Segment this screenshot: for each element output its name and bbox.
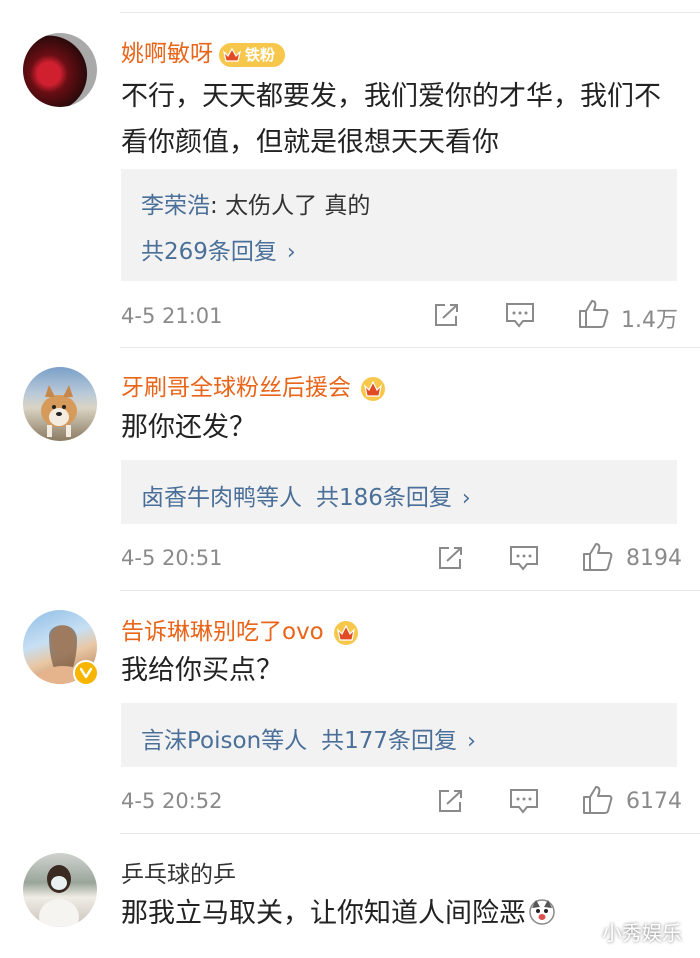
comment-text: 不行，天天都要发，我们爱你的才华，我们不看你颜值，但就是很想天天看你 xyxy=(121,81,661,158)
avatar[interactable] xyxy=(23,367,97,441)
comment-icon[interactable] xyxy=(505,302,535,328)
reply-count[interactable]: 共186条回复 xyxy=(316,485,452,511)
reply-preview-box[interactable]: 李荣浩: 太伤人了 真的 共269条回复 › xyxy=(121,169,677,281)
like-icon[interactable] xyxy=(582,784,614,816)
like-count: 6174 xyxy=(626,789,682,814)
reply-count[interactable]: 共177条回复 xyxy=(321,728,457,754)
share-icon[interactable] xyxy=(437,788,465,814)
reply-preview-box[interactable]: 言沫Poison等人 共177条回复 › xyxy=(121,703,677,767)
top-divider xyxy=(120,12,700,13)
share-icon[interactable] xyxy=(433,302,461,328)
comment-icon[interactable] xyxy=(509,545,539,571)
reply-count[interactable]: 共269条回复 xyxy=(141,239,277,265)
timestamp: 4-5 21:01 xyxy=(121,304,223,328)
comment-username[interactable]: 告诉琳琳别吃了ovo xyxy=(121,612,360,646)
comment-username[interactable]: 姚啊敏呀 铁粉 xyxy=(121,34,286,68)
comment-text: 那你还发？ xyxy=(121,412,256,443)
reply-count-link[interactable]: 卤香牛肉鸭等人 共186条回复 › xyxy=(141,478,471,512)
reply-users[interactable]: 卤香牛肉鸭等人 xyxy=(141,485,302,511)
crown-badge-icon xyxy=(361,376,385,401)
chevron-right-icon: › xyxy=(286,240,296,265)
like-icon[interactable] xyxy=(582,541,614,573)
share-icon[interactable] xyxy=(437,545,465,571)
verified-icon xyxy=(73,660,99,686)
avatar[interactable] xyxy=(23,33,97,107)
watermark-text: 小秀娱乐 xyxy=(602,921,682,945)
fan-badge: 铁粉 xyxy=(219,42,286,67)
reply-users[interactable]: 言沫Poison等人 xyxy=(141,728,307,754)
reply-preview-text: 太伤人了 真的 xyxy=(225,193,371,219)
timestamp: 4-5 20:52 xyxy=(121,789,223,813)
person-photo xyxy=(39,865,79,927)
comment-icon[interactable] xyxy=(509,788,539,814)
crown-badge-icon xyxy=(223,47,241,62)
divider xyxy=(120,833,700,834)
timestamp: 4-5 20:51 xyxy=(121,546,223,570)
reply-preview-box[interactable]: 卤香牛肉鸭等人 共186条回复 › xyxy=(121,460,677,524)
crown-badge-icon xyxy=(333,620,358,645)
reply-count-link[interactable]: 言沫Poison等人 共177条回复 › xyxy=(141,721,476,755)
divider xyxy=(120,590,700,591)
avatar[interactable] xyxy=(23,853,97,927)
dog-emoji-icon xyxy=(529,899,555,925)
reply-preview-line: 李荣浩: 太伤人了 真的 xyxy=(141,193,371,219)
divider xyxy=(120,347,700,348)
comment-text: 我给你买点？ xyxy=(121,655,283,686)
like-count: 1.4万 xyxy=(621,308,678,333)
reply-count-link[interactable]: 共269条回复 › xyxy=(141,232,296,266)
dog-photo xyxy=(41,385,77,437)
like-count: 8194 xyxy=(626,546,682,571)
weibo-logo-icon xyxy=(576,926,598,943)
chevron-right-icon: › xyxy=(467,729,476,754)
comment-text-content: 那我立马取关，让你知道人间险恶 xyxy=(121,898,526,929)
fan-badge-label: 铁粉 xyxy=(245,46,276,64)
watermark: 小秀娱乐 xyxy=(576,917,682,946)
chevron-right-icon: › xyxy=(461,486,471,511)
comment-username[interactable]: 乒乓球的乒 xyxy=(121,855,236,889)
comment-username[interactable]: 牙刷哥全球粉丝后援会 xyxy=(121,368,387,402)
reply-preview-user[interactable]: 李荣浩 xyxy=(141,193,210,219)
like-icon[interactable] xyxy=(578,298,610,330)
